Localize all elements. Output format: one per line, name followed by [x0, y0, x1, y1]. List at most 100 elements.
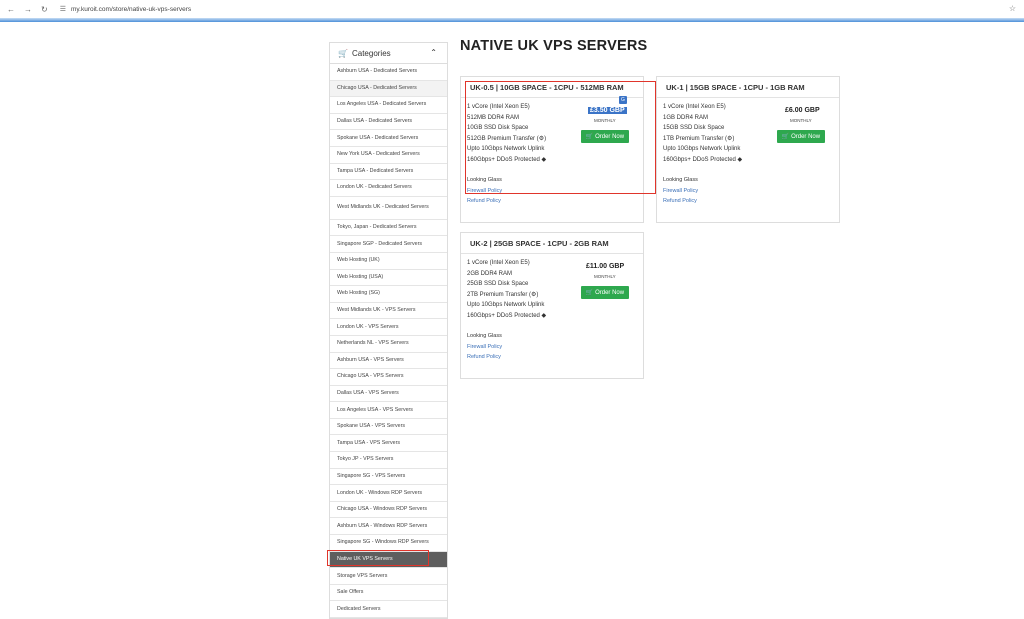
product-price: £3.50 GBP — [588, 107, 627, 114]
firewall-policy-link[interactable]: Firewall Policy — [467, 186, 502, 197]
product-card: UK-0.5 | 10GB SPACE - 1CPU - 512MB RAM 1… — [460, 76, 644, 223]
sidebar-item[interactable]: Los Angeles USA - VPS Servers — [330, 402, 447, 419]
order-now-button[interactable]: 🛒 Order Now — [777, 130, 825, 143]
sidebar-item[interactable]: Chicago USA - Dedicated Servers — [330, 80, 447, 98]
product-card: UK-1 | 15GB SPACE - 1CPU - 1GB RAM 1 vCo… — [656, 76, 840, 223]
feature-item: 1 vCore (Intel Xeon E5) — [467, 260, 530, 266]
firewall-policy-link[interactable]: Firewall Policy — [467, 342, 502, 353]
feature-item: 25GB SSD Disk Space — [467, 281, 529, 287]
product-card: UK-2 | 25GB SPACE - 1CPU - 2GB RAM 1 vCo… — [460, 232, 644, 379]
product-price: £11.00 GBP — [586, 263, 625, 270]
feature-item: 1GB DDR4 RAM — [663, 114, 709, 121]
feature-item: 1 vCore (Intel Xeon E5) — [663, 104, 726, 110]
sidebar-item[interactable]: Ashburn USA - VPS Servers — [330, 353, 447, 370]
feature-item: 160Gbps+ DDoS Protected ◆ — [467, 312, 547, 319]
feature-list: 1 vCore (Intel Xeon E5) 512MB DDR4 RAM 1… — [467, 102, 546, 165]
header-strip — [0, 18, 1024, 22]
sidebar-item-active[interactable]: Native UK VPS Servers — [330, 551, 447, 569]
categories-sidebar: 🛒 Categories ⌃ Ashburn USA - Dedicated S… — [329, 42, 448, 619]
sidebar-item[interactable]: Dallas USA - VPS Servers — [330, 386, 447, 403]
sidebar-item[interactable]: Singapore SGP - Dedicated Servers — [330, 236, 447, 253]
feature-item: 1 vCore (Intel Xeon E5) — [467, 104, 530, 110]
translate-icon[interactable]: G — [619, 96, 627, 104]
page-title: NATIVE UK VPS SERVERS — [460, 38, 648, 54]
sidebar-item[interactable]: Dallas USA - Dedicated Servers — [330, 114, 447, 131]
sidebar-item[interactable]: Spokane USA - Dedicated Servers — [330, 130, 447, 147]
order-now-button[interactable]: 🛒 Order Now — [581, 286, 629, 299]
cart-icon: 🛒 — [338, 48, 348, 58]
sidebar-item[interactable]: Storage VPS Servers — [330, 568, 447, 585]
product-title: UK-1 | 15GB SPACE - 1CPU - 1GB RAM — [657, 77, 839, 98]
feature-item: 15GB SSD Disk Space — [663, 125, 725, 131]
bookmark-star-icon[interactable]: ☆ — [1009, 4, 1016, 13]
chevron-up-icon[interactable]: ⌃ — [430, 48, 437, 57]
order-now-label: Order Now — [595, 133, 625, 140]
sidebar-item[interactable]: Chicago USA - Windows RDP Servers — [330, 502, 447, 519]
sidebar-item[interactable]: Ashburn USA - Windows RDP Servers — [330, 518, 447, 536]
looking-glass-text: Looking Glass — [467, 177, 502, 183]
looking-glass-text: Looking Glass — [467, 333, 502, 339]
feature-list: 1 vCore (Intel Xeon E5) 1GB DDR4 RAM 15G… — [663, 102, 742, 165]
refund-policy-link[interactable]: Refund Policy — [663, 196, 698, 207]
sidebar-item[interactable]: Tokyo JP - VPS Servers — [330, 452, 447, 469]
sidebar-item[interactable]: Sale Offers — [330, 585, 447, 602]
firewall-policy-link[interactable]: Firewall Policy — [663, 186, 698, 197]
product-links: Looking Glass Firewall Policy Refund Pol… — [467, 175, 502, 207]
billing-cycle: MONTHLY — [594, 274, 616, 279]
sidebar-item[interactable]: London UK - Dedicated Servers — [330, 180, 447, 197]
site-settings-icon[interactable]: ☰ — [60, 5, 66, 13]
feature-item: Upto 10Gbps Network Uplink — [467, 302, 545, 308]
sidebar-item[interactable]: Los Angeles USA - Dedicated Servers — [330, 97, 447, 114]
order-now-label: Order Now — [791, 133, 821, 140]
sidebar-item[interactable]: Tokyo, Japan - Dedicated Servers — [330, 220, 447, 237]
order-now-label: Order Now — [595, 289, 625, 296]
cart-icon: 🛒 — [781, 134, 792, 140]
sidebar-item[interactable]: West Midlands UK - Dedicated Servers — [330, 197, 447, 220]
sidebar-item[interactable]: Singapore SG - VPS Servers — [330, 469, 447, 486]
reload-icon[interactable]: ↻ — [41, 5, 48, 14]
sidebar-item[interactable]: Spokane USA - VPS Servers — [330, 419, 447, 436]
sidebar-item[interactable]: Tampa USA - Dedicated Servers — [330, 164, 447, 181]
sidebar-item[interactable]: Dedicated Servers — [330, 601, 447, 618]
feature-item: 2GB DDR4 RAM — [467, 270, 513, 277]
product-price: £6.00 GBP — [785, 107, 820, 114]
refund-policy-link[interactable]: Refund Policy — [467, 352, 502, 363]
sidebar-item[interactable]: Web Hosting (USA) — [330, 270, 447, 287]
sidebar-item[interactable]: Ashburn USA - Dedicated Servers — [330, 64, 447, 81]
product-title: UK-0.5 | 10GB SPACE - 1CPU - 512MB RAM — [461, 77, 643, 98]
sidebar-item[interactable]: Singapore SG - Windows RDP Servers — [330, 535, 447, 552]
feature-item: 512GB Premium Transfer (⚙) — [467, 135, 547, 142]
feature-item: 2TB Premium Transfer (⚙) — [467, 291, 539, 298]
sidebar-item[interactable]: New York USA - Dedicated Servers — [330, 147, 447, 164]
sidebar-item[interactable]: Web Hosting (SG) — [330, 286, 447, 303]
sidebar-item[interactable]: London UK - VPS Servers — [330, 319, 447, 336]
feature-item: 512MB DDR4 RAM — [467, 114, 520, 121]
sidebar-item[interactable]: Netherlands NL - VPS Servers — [330, 336, 447, 353]
sidebar-item[interactable]: Web Hosting (UK) — [330, 253, 447, 270]
looking-glass-text: Looking Glass — [663, 177, 698, 183]
forward-icon[interactable]: → — [24, 5, 32, 14]
product-links: Looking Glass Firewall Policy Refund Pol… — [467, 331, 502, 363]
sidebar-item[interactable]: Tampa USA - VPS Servers — [330, 435, 447, 453]
feature-item: 1TB Premium Transfer (⚙) — [663, 135, 735, 142]
order-now-button[interactable]: 🛒 Order Now — [581, 130, 629, 143]
back-icon[interactable]: ← — [7, 5, 15, 14]
feature-item: 160Gbps+ DDoS Protected ◆ — [663, 156, 743, 163]
categories-heading: Categories — [351, 48, 391, 58]
cart-icon: 🛒 — [585, 134, 596, 140]
categories-header[interactable]: 🛒 Categories ⌃ — [330, 43, 447, 64]
billing-cycle: MONTHLY — [594, 118, 616, 123]
billing-cycle: MONTHLY — [790, 118, 812, 123]
sidebar-item[interactable]: West Midlands UK - VPS Servers — [330, 303, 447, 320]
product-links: Looking Glass Firewall Policy Refund Pol… — [663, 175, 698, 207]
product-title: UK-2 | 25GB SPACE - 1CPU - 2GB RAM — [461, 233, 643, 254]
refund-policy-link[interactable]: Refund Policy — [467, 196, 502, 207]
feature-item: 10GB SSD Disk Space — [467, 125, 529, 131]
sidebar-item[interactable]: Chicago USA - VPS Servers — [330, 369, 447, 386]
feature-list: 1 vCore (Intel Xeon E5) 2GB DDR4 RAM 25G… — [467, 258, 546, 321]
cart-icon: 🛒 — [585, 290, 596, 296]
sidebar-item[interactable]: London UK - Windows RDP Servers — [330, 485, 447, 502]
feature-item: 160Gbps+ DDoS Protected ◆ — [467, 156, 547, 163]
feature-item: Upto 10Gbps Network Uplink — [663, 146, 741, 152]
address-bar[interactable]: my.kuroit.com/store/native-uk-vps-server… — [71, 6, 191, 13]
